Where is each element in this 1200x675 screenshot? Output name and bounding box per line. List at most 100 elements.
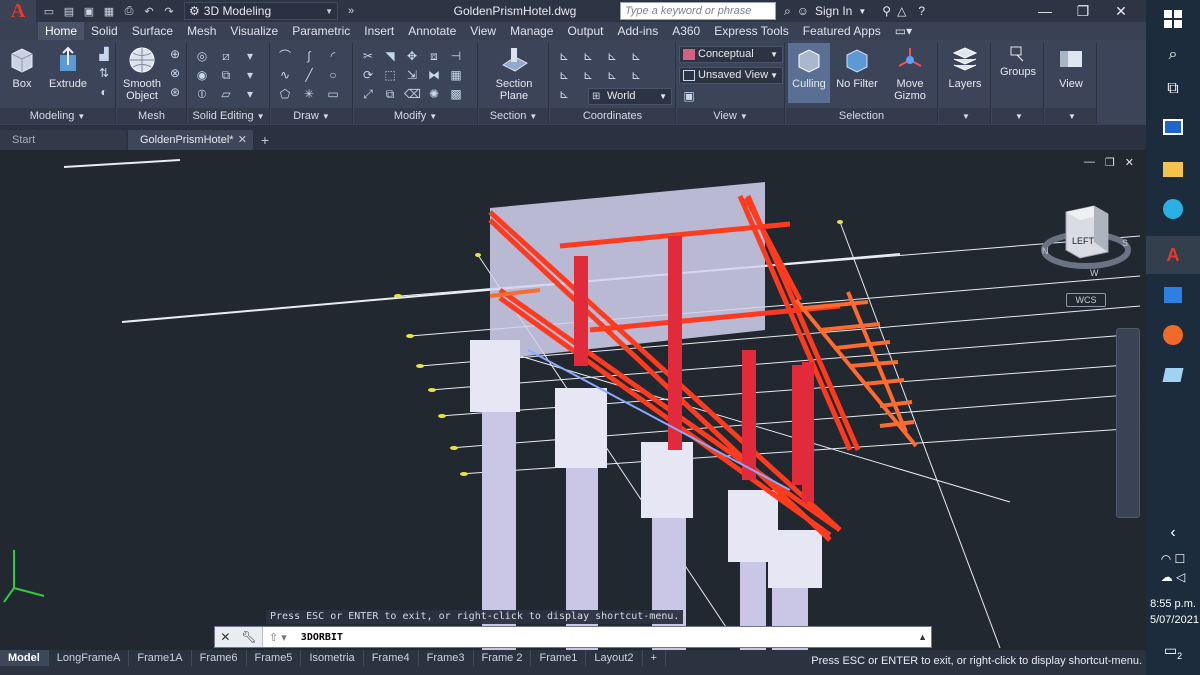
layout-tab-layout2[interactable]: Layout2 (586, 650, 643, 666)
windows-start-icon[interactable] (1146, 0, 1200, 38)
layout-tab-frame4[interactable]: Frame4 (364, 650, 419, 666)
ucs-z-icon[interactable]: ⊾ (604, 48, 620, 64)
app-icon[interactable] (1146, 356, 1200, 394)
break-icon[interactable]: ⊣ (448, 48, 464, 64)
coordinates-panel-title[interactable]: Coordinates (550, 108, 675, 124)
clock-date[interactable]: 5/07/2021 (1150, 614, 1199, 626)
no-filter-button[interactable]: No Filter (834, 45, 880, 90)
spline-icon[interactable]: ∫ (301, 48, 317, 64)
viewports-icon[interactable]: ▣ (681, 88, 697, 104)
ribbon-tab-surface[interactable]: Surface (125, 22, 180, 40)
ribbon-options-icon[interactable]: ▭▾ (888, 22, 919, 40)
search-icon[interactable]: ⌕ (1146, 36, 1200, 74)
compass-south[interactable]: S (1122, 238, 1128, 248)
smooth-object-button[interactable]: Smooth Object (121, 45, 163, 102)
extrude-faces-icon[interactable]: ▾ (242, 67, 258, 83)
ribbon-tab-parametric[interactable]: Parametric (285, 22, 357, 40)
arc-icon[interactable]: ◜ (325, 48, 341, 64)
curve-icon[interactable]: ∿ (277, 67, 293, 83)
revolve-icon[interactable]: ◐ (96, 84, 112, 100)
navigation-bar[interactable] (1116, 328, 1140, 518)
explode-icon[interactable]: ✺ (426, 86, 442, 102)
sign-in-label[interactable]: Sign In (815, 4, 852, 18)
command-line[interactable]: ✕ 🔧︎ ⇧ ▾ 3DORBIT ▲ (214, 626, 932, 648)
groups-expand[interactable]: ▼ (992, 108, 1043, 124)
ucs-dropdown[interactable]: ⊞ World ▼ (588, 88, 672, 105)
ribbon-tab-featured-apps[interactable]: Featured Apps (796, 22, 888, 40)
selection-panel-title[interactable]: Selection (786, 108, 937, 124)
expand-toolbar-icon[interactable]: » (342, 3, 360, 19)
ribbon-tab-home[interactable]: Home (38, 22, 85, 40)
scale-icon[interactable]: ⇲ (404, 67, 420, 83)
clock-time[interactable]: 8:55 p.m. (1150, 598, 1196, 610)
edit-icon[interactable]: ▩ (448, 86, 464, 102)
ribbon-tab-visualize[interactable]: Visualize (223, 22, 285, 40)
autocad-taskbar-icon[interactable]: A (1146, 236, 1200, 274)
presspull-icon[interactable]: ⇅ (96, 65, 112, 81)
task-view-icon[interactable]: ⧉ (1146, 70, 1200, 108)
ucs-origin-icon[interactable]: ⊾ (580, 48, 596, 64)
move-gizmo-button[interactable]: Move Gizmo (886, 45, 934, 102)
layout-tab-frame1[interactable]: Frame1 (531, 650, 587, 666)
file-explorer-icon[interactable] (1146, 150, 1200, 188)
visual-style-dropdown[interactable]: Conceptual ▼ (679, 46, 783, 63)
open-folder-icon[interactable]: ▤ (60, 3, 78, 19)
golden-prism-tab[interactable]: GoldenPrismHotel* ✕ (128, 130, 253, 150)
mesh-crease-icon[interactable]: ⊛ (167, 84, 183, 100)
compass-west[interactable]: W (1090, 268, 1099, 278)
chevron-down-icon[interactable]: ▼ (858, 7, 866, 16)
intersect-icon[interactable]: ⦶ (194, 86, 210, 102)
mesh-refine-icon[interactable]: ⊗ (167, 65, 183, 81)
start-tab[interactable]: Start (0, 130, 126, 150)
application-menu-button[interactable]: A (0, 0, 36, 22)
close-icon[interactable]: ✕ (1104, 0, 1138, 22)
save-icon[interactable]: ▣ (80, 3, 98, 19)
chevron-up-icon[interactable]: ▲ (918, 632, 927, 642)
subtract-icon[interactable]: ◉ (194, 67, 210, 83)
close-icon[interactable]: ✕ (220, 630, 230, 644)
plot-icon[interactable]: ⎙ (120, 3, 138, 19)
ucs-named-icon[interactable]: ⊾ (556, 86, 572, 102)
layout-tab-longframea[interactable]: LongFrameA (49, 650, 130, 666)
restore-icon[interactable]: ❐ (1066, 0, 1100, 22)
undo-icon[interactable]: ↶ (140, 3, 158, 19)
command-input[interactable]: 3DORBIT (287, 632, 343, 643)
section-plane-button[interactable]: Section Plane (491, 45, 537, 102)
layout-tab-frame1a[interactable]: Frame1A (129, 650, 192, 666)
new-file-icon[interactable]: ▭ (40, 3, 58, 19)
ucs-world-icon[interactable]: ⊾ (556, 67, 572, 83)
ribbon-tab-mesh[interactable]: Mesh (180, 22, 223, 40)
close-icon[interactable]: ✕ (238, 130, 247, 150)
modeling-panel-title[interactable]: Modeling ▼ (0, 108, 115, 124)
polygon-icon[interactable]: ⬠ (277, 86, 293, 102)
extrude-button[interactable]: Extrude (48, 45, 88, 90)
section-panel-title[interactable]: Section ▼ (479, 108, 548, 124)
line-icon[interactable]: ╱ (301, 67, 317, 83)
union-icon[interactable]: ◎ (194, 48, 210, 64)
viewcube-face-label[interactable]: LEFT (1072, 236, 1094, 246)
minimize-viewport-icon[interactable]: — (1084, 156, 1095, 169)
model-canvas[interactable] (0, 150, 1146, 652)
binoculars-icon[interactable]: ⌕ (784, 4, 791, 19)
ucs-x-icon[interactable]: ⊾ (580, 67, 596, 83)
add-layout-plus-icon[interactable]: + (643, 650, 666, 666)
layout-tab-model[interactable]: Model (0, 650, 49, 666)
ucs-y-icon[interactable]: ⊾ (604, 67, 620, 83)
workspace-dropdown[interactable]: ⚙ 3D Modeling ▼ (184, 2, 338, 20)
layout-tab-frame-2[interactable]: Frame 2 (474, 650, 532, 666)
cart-icon[interactable]: ⚲ (882, 4, 891, 18)
edge-browser-icon[interactable] (1146, 190, 1200, 228)
align-icon[interactable]: ⬚ (382, 67, 398, 83)
onedrive-icon[interactable]: ☁ ◁ (1146, 558, 1200, 596)
layout-tab-frame5[interactable]: Frame5 (247, 650, 302, 666)
modify-panel-title[interactable]: Modify ▼ (354, 108, 477, 124)
fillet-edge-icon[interactable]: ▾ (242, 86, 258, 102)
stretch-icon[interactable]: ⤢ (360, 86, 376, 102)
sign-in-area[interactable]: ⌕ ☺ Sign In ▼ ⚲ △ ? (784, 0, 925, 22)
ribbon-tab-a360[interactable]: A360 (665, 22, 707, 40)
rotate-icon[interactable]: ⟳ (360, 67, 376, 83)
ucs-icon[interactable]: ⊾ (556, 48, 572, 64)
restore-viewport-icon[interactable]: ❐ (1105, 156, 1115, 169)
ucs-3point-icon[interactable]: ⊾ (628, 48, 644, 64)
view-panel-title[interactable]: View ▼ (677, 108, 784, 124)
